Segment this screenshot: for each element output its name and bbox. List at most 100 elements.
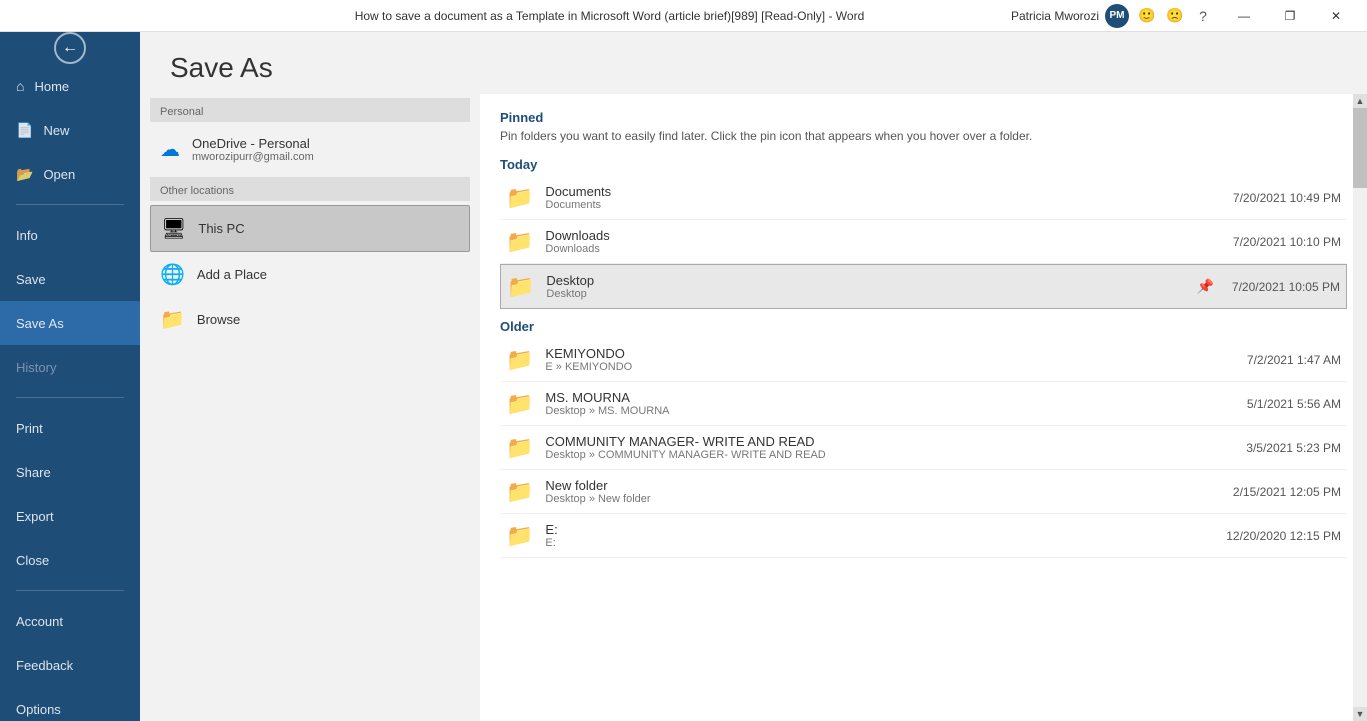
sidebar: ← ⌂ Home 📄 New 📂 Open Info Save bbox=[0, 32, 140, 721]
today-label: Today bbox=[500, 157, 1347, 172]
ms-mourna-path: Desktop » MS. MOURNA bbox=[545, 405, 1237, 417]
addplace-name: Add a Place bbox=[197, 267, 267, 282]
content-area: Save As Personal ☁ OneDrive - Personal m… bbox=[140, 32, 1367, 721]
help-icon[interactable]: ? bbox=[1191, 4, 1215, 28]
kemiyondo-name: KEMIYONDO bbox=[545, 346, 1237, 361]
sidebar-item-save-as[interactable]: Save As bbox=[0, 301, 140, 345]
sidebar-bottom: Account Feedback Options bbox=[0, 582, 140, 721]
older-label: Older bbox=[500, 319, 1347, 334]
scrollbar[interactable]: ▲ ▼ bbox=[1353, 94, 1367, 721]
sidebar-item-account[interactable]: Account bbox=[0, 599, 140, 643]
documents-date: 7/20/2021 10:49 PM bbox=[1233, 191, 1341, 205]
user-avatar[interactable]: PM bbox=[1105, 4, 1129, 28]
community-manager-path: Desktop » COMMUNITY MANAGER- WRITE AND R… bbox=[545, 449, 1236, 461]
new-icon: 📄 bbox=[16, 122, 33, 139]
new-folder-path: Desktop » New folder bbox=[545, 493, 1223, 505]
sad-icon[interactable]: 🙁 bbox=[1163, 4, 1187, 28]
sidebar-item-options[interactable]: Options bbox=[0, 687, 140, 721]
minimize-button[interactable]: — bbox=[1221, 0, 1267, 32]
sidebar-item-share[interactable]: Share bbox=[0, 450, 140, 494]
kemiyondo-path: E » KEMIYONDO bbox=[545, 361, 1237, 373]
sidebar-item-save[interactable]: Save bbox=[0, 257, 140, 301]
file-row-e-drive[interactable]: 📁 E: E: 12/20/2020 12:15 PM bbox=[500, 514, 1347, 558]
ms-mourna-folder-icon: 📁 bbox=[506, 391, 533, 417]
browse-icon: 📁 bbox=[160, 307, 185, 332]
downloads-name: Downloads bbox=[545, 228, 1223, 243]
thispc-icon: 🖥 bbox=[161, 216, 186, 241]
file-row-desktop[interactable]: 📁 Desktop Desktop 📌 7/20/2021 10:05 PM bbox=[500, 264, 1347, 309]
file-row-community-manager[interactable]: 📁 COMMUNITY MANAGER- WRITE AND READ Desk… bbox=[500, 426, 1347, 470]
personal-section-label: Personal bbox=[150, 98, 470, 122]
other-section-label: Other locations bbox=[150, 177, 470, 201]
e-drive-date: 12/20/2020 12:15 PM bbox=[1226, 529, 1341, 543]
sidebar-divider-1 bbox=[16, 204, 124, 205]
documents-path: Documents bbox=[545, 199, 1223, 211]
maximize-button[interactable]: ❐ bbox=[1267, 0, 1313, 32]
back-button[interactable]: ← bbox=[0, 32, 140, 64]
scroll-down-arrow[interactable]: ▼ bbox=[1353, 707, 1367, 721]
sidebar-item-home[interactable]: ⌂ Home bbox=[0, 64, 140, 108]
content-body: Personal ☁ OneDrive - Personal mworozipu… bbox=[140, 94, 1367, 721]
downloads-date: 7/20/2021 10:10 PM bbox=[1233, 235, 1341, 249]
sidebar-divider-3 bbox=[16, 590, 124, 591]
community-manager-name: COMMUNITY MANAGER- WRITE AND READ bbox=[545, 434, 1236, 449]
ms-mourna-date: 5/1/2021 5:56 AM bbox=[1247, 397, 1341, 411]
sidebar-divider-2 bbox=[16, 397, 124, 398]
community-manager-folder-icon: 📁 bbox=[506, 435, 533, 461]
scroll-up-arrow[interactable]: ▲ bbox=[1353, 94, 1367, 108]
scrollbar-thumb[interactable] bbox=[1353, 108, 1367, 188]
desktop-name: Desktop bbox=[546, 273, 1196, 288]
documents-name: Documents bbox=[545, 184, 1223, 199]
location-thispc[interactable]: 🖥 This PC bbox=[150, 205, 470, 252]
sidebar-item-open[interactable]: 📂 Open bbox=[0, 152, 140, 196]
file-row-kemiyondo[interactable]: 📁 KEMIYONDO E » KEMIYONDO 7/2/2021 1:47 … bbox=[500, 338, 1347, 382]
pin-icon[interactable]: 📌 bbox=[1196, 278, 1213, 295]
kemiyondo-date: 7/2/2021 1:47 AM bbox=[1247, 353, 1341, 367]
new-folder-date: 2/15/2021 12:05 PM bbox=[1233, 485, 1341, 499]
thispc-name: This PC bbox=[198, 221, 244, 236]
desktop-date: 7/20/2021 10:05 PM bbox=[1232, 280, 1340, 294]
file-row-new-folder[interactable]: 📁 New folder Desktop » New folder 2/15/2… bbox=[500, 470, 1347, 514]
smiley-icon[interactable]: 🙂 bbox=[1135, 4, 1159, 28]
sidebar-item-info[interactable]: Info bbox=[0, 213, 140, 257]
e-drive-icon: 📁 bbox=[506, 523, 533, 549]
window-title: How to save a document as a Template in … bbox=[208, 9, 1011, 23]
pinned-label: Pinned bbox=[500, 110, 1347, 125]
sidebar-item-export[interactable]: Export bbox=[0, 494, 140, 538]
ms-mourna-name: MS. MOURNA bbox=[545, 390, 1237, 405]
locations-panel: Personal ☁ OneDrive - Personal mworozipu… bbox=[140, 94, 480, 721]
new-folder-name: New folder bbox=[545, 478, 1223, 493]
user-name-label: Patricia Mworozi bbox=[1011, 9, 1099, 23]
new-folder-icon: 📁 bbox=[506, 479, 533, 505]
sidebar-item-print[interactable]: Print bbox=[0, 406, 140, 450]
documents-folder-icon: 📁 bbox=[506, 185, 533, 211]
location-addplace[interactable]: 🌐 Add a Place bbox=[150, 252, 470, 297]
pinned-desc: Pin folders you want to easily find late… bbox=[500, 129, 1347, 143]
onedrive-name: OneDrive - Personal bbox=[192, 136, 314, 151]
files-panel: Pinned Pin folders you want to easily fi… bbox=[480, 94, 1367, 721]
kemiyondo-folder-icon: 📁 bbox=[506, 347, 533, 373]
location-browse[interactable]: 📁 Browse bbox=[150, 297, 470, 342]
sidebar-item-close[interactable]: Close bbox=[0, 538, 140, 582]
addplace-icon: 🌐 bbox=[160, 262, 185, 287]
file-row-ms-mourna[interactable]: 📁 MS. MOURNA Desktop » MS. MOURNA 5/1/20… bbox=[500, 382, 1347, 426]
community-manager-date: 3/5/2021 5:23 PM bbox=[1246, 441, 1341, 455]
sidebar-item-feedback[interactable]: Feedback bbox=[0, 643, 140, 687]
sidebar-nav: ⌂ Home 📄 New 📂 Open Info Save Save As bbox=[0, 64, 140, 582]
title-bar: How to save a document as a Template in … bbox=[0, 0, 1367, 32]
e-drive-path: E: bbox=[545, 537, 1216, 549]
file-row-downloads[interactable]: 📁 Downloads Downloads 7/20/2021 10:10 PM bbox=[500, 220, 1347, 264]
downloads-path: Downloads bbox=[545, 243, 1223, 255]
onedrive-sub: mworozipurr@gmail.com bbox=[192, 151, 314, 163]
close-button[interactable]: ✕ bbox=[1313, 0, 1359, 32]
location-onedrive[interactable]: ☁ OneDrive - Personal mworozipurr@gmail.… bbox=[150, 126, 470, 173]
open-icon: 📂 bbox=[16, 166, 33, 183]
sidebar-item-new[interactable]: 📄 New bbox=[0, 108, 140, 152]
desktop-folder-icon: 📁 bbox=[507, 274, 534, 300]
file-row-documents[interactable]: 📁 Documents Documents 7/20/2021 10:49 PM bbox=[500, 176, 1347, 220]
home-icon: ⌂ bbox=[16, 78, 24, 94]
onedrive-icon: ☁ bbox=[160, 137, 180, 162]
back-icon: ← bbox=[54, 32, 86, 64]
page-title: Save As bbox=[140, 32, 1367, 94]
sidebar-item-history: History bbox=[0, 345, 140, 389]
